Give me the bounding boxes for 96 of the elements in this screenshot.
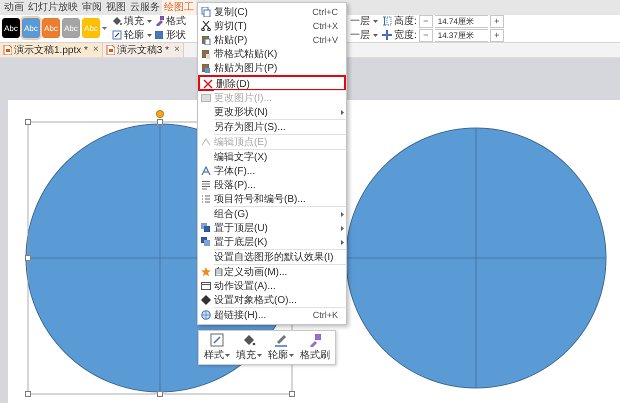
style-swatch[interactable]: Abc: [2, 18, 20, 38]
menu-item[interactable]: 另存为图片(S)...: [198, 120, 346, 134]
scissors-icon: [201, 21, 211, 31]
delete-icon: [203, 79, 213, 89]
format-button[interactable]: 轮廓: [112, 29, 152, 42]
menu-item[interactable]: 带格式粘贴(K): [198, 47, 346, 61]
tab-title: 演示文稿1.pptx *: [14, 44, 88, 57]
star-icon: [201, 267, 211, 277]
more-icon: [102, 26, 107, 30]
menu-tab[interactable]: 审阅: [80, 0, 104, 15]
menu-tab[interactable]: 幻灯片放映: [26, 0, 80, 15]
document-tab[interactable]: 演示文稿3 * ×: [102, 42, 184, 57]
copy-icon: [201, 7, 211, 17]
increment-button[interactable]: +: [490, 14, 504, 28]
vertex-icon: [201, 137, 211, 147]
decrement-button[interactable]: −: [418, 14, 433, 28]
field-label: 高度:: [394, 14, 417, 28]
menu-item[interactable]: 超链接(H)... Ctrl+K: [198, 308, 346, 322]
submenu-arrow-icon: [340, 110, 344, 114]
globe-icon: [201, 310, 211, 320]
height-icon: [382, 16, 392, 26]
menu-tab[interactable]: 视图: [104, 0, 128, 15]
size-field[interactable]: 14.37厘米: [434, 28, 488, 42]
menu-item[interactable]: 复制(C) Ctrl+C: [198, 5, 346, 19]
caret-icon: [257, 354, 262, 356]
format-button[interactable]: 形状: [154, 29, 186, 42]
toolbar-button[interactable]: 填充: [234, 333, 264, 362]
menu-item[interactable]: 置于顶层(U): [198, 221, 346, 235]
menu-item[interactable]: 组合(G): [198, 207, 346, 221]
paste-icon: [201, 35, 211, 45]
caret-icon: [373, 34, 378, 37]
rotate-handle[interactable]: [156, 110, 164, 118]
resize-handle[interactable]: [25, 119, 31, 125]
format-button[interactable]: 格式: [154, 15, 186, 28]
layer-button[interactable]: 一层: [350, 29, 378, 42]
outline-icon: [112, 30, 122, 40]
width-icon: [382, 30, 392, 40]
decrement-button[interactable]: −: [418, 28, 433, 42]
picture-icon: [201, 93, 211, 103]
resize-handle[interactable]: [157, 391, 163, 397]
menu-tab[interactable]: 动画: [2, 0, 26, 15]
menu-item[interactable]: 项目符号和编号(B)...: [198, 192, 346, 206]
font-icon: [201, 166, 211, 176]
format-icon: [201, 295, 211, 305]
caret-icon: [147, 20, 152, 23]
brush-icon: [308, 333, 322, 347]
list-icon: [201, 194, 211, 204]
size-field[interactable]: 14.74厘米: [434, 14, 488, 28]
format-button[interactable]: 填充: [112, 15, 152, 28]
style-icon: [210, 333, 224, 347]
menu-item[interactable]: 设置对象格式(O)...: [198, 293, 346, 307]
menu-item[interactable]: 设置自选图形的默认效果(I): [198, 250, 346, 264]
bucket-icon: [242, 333, 256, 347]
tab-title: 演示文稿3 *: [116, 44, 169, 57]
menu-item[interactable]: 粘贴(P) Ctrl+V: [198, 33, 346, 47]
caret-icon: [147, 34, 152, 37]
document-icon: [3, 44, 12, 55]
increment-button[interactable]: +: [490, 28, 504, 42]
toolbar-button[interactable]: 样式: [202, 333, 232, 362]
menu-item[interactable]: 粘贴为图片(P): [198, 61, 346, 75]
menu-item[interactable]: 动作设置(A)...: [198, 279, 346, 293]
shape-icon: [154, 30, 164, 40]
resize-handle[interactable]: [25, 255, 31, 261]
resize-handle[interactable]: [157, 119, 163, 125]
menu-item[interactable]: 更改形状(N): [198, 105, 346, 119]
paste-icon: [201, 63, 211, 73]
menu-item[interactable]: 自定义动画(M)...: [198, 265, 346, 279]
close-button[interactable]: ×: [174, 44, 180, 56]
menu-item[interactable]: 剪切(T) Ctrl+X: [198, 19, 346, 33]
caret-icon: [225, 354, 230, 356]
menu-tab[interactable]: 云服务: [128, 0, 162, 15]
submenu-arrow-icon: [340, 240, 344, 244]
resize-handle[interactable]: [289, 391, 295, 397]
toolbar-button[interactable]: 轮廓: [266, 333, 296, 362]
menu-item[interactable]: 段落(P)...: [198, 178, 346, 192]
menu-item[interactable]: 编辑文字(X): [198, 150, 346, 164]
field-label: 宽度:: [394, 28, 417, 42]
menu-item[interactable]: 置于底层(K): [198, 235, 346, 249]
window-icon: [201, 281, 211, 291]
submenu-arrow-icon: [340, 226, 344, 230]
menu-item[interactable]: 字体(F)...: [198, 164, 346, 178]
pen-icon: [274, 333, 288, 347]
caret-icon: [289, 354, 294, 356]
resize-handle[interactable]: [25, 391, 31, 397]
circle-shape[interactable]: [346, 128, 606, 388]
submenu-arrow-icon: [340, 212, 344, 216]
paragraph-icon: [201, 180, 211, 190]
document-icon: [106, 44, 115, 55]
brush-icon: [154, 16, 164, 26]
close-button[interactable]: ×: [92, 44, 99, 56]
layer-button[interactable]: 一层: [350, 15, 378, 28]
toolbar-button[interactable]: 格式刷: [298, 333, 332, 362]
bucket-icon: [112, 16, 122, 26]
caret-icon: [373, 20, 378, 23]
paste-icon: [201, 49, 211, 59]
document-tab[interactable]: 演示文稿1.pptx * ×: [0, 42, 103, 57]
